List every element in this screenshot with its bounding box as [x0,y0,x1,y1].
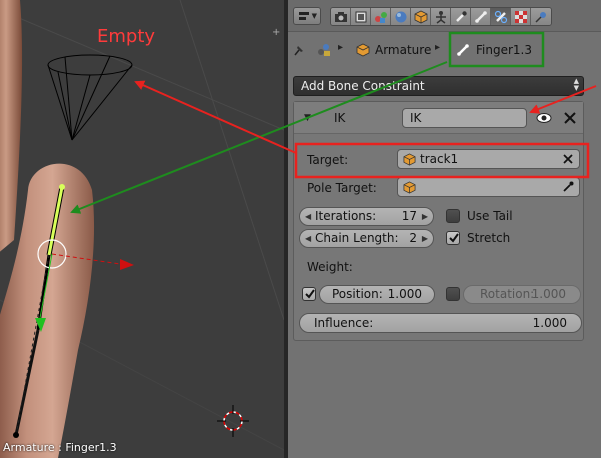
position-weight-field[interactable]: Position: 1.000 [319,285,435,304]
iterations-field[interactable]: ◀ Iterations: 17 ▶ [299,207,434,226]
pin-icon[interactable] [292,41,306,59]
breadcrumb-bone-label: Finger1.3 [476,43,532,57]
texture-tab[interactable] [511,8,531,25]
texture-icon [514,10,527,23]
eyedropper-icon[interactable] [561,180,575,194]
influence-label: Influence: [314,316,374,330]
collapse-triangle-icon[interactable]: ▼ [304,113,311,123]
bone-icon [457,44,469,56]
object-constraints-icon [435,10,446,24]
rotation-value: 1.000 [531,287,566,301]
chain-length-value: 2 [409,231,417,245]
updown-arrows-icon: ▲ ▼ [573,77,579,92]
clear-icon[interactable] [561,152,575,166]
scene-icon [374,11,387,23]
viewport-scene [0,0,284,458]
wrench-icon [455,10,467,22]
rotation-label: Rotation: [480,287,535,301]
modifiers-tab[interactable] [451,8,471,25]
iterations-label: Iterations: [315,209,377,223]
object-icon [403,181,416,194]
world-tab[interactable] [391,8,411,25]
constraint-type-label: IK [334,111,346,125]
physics-tab[interactable] [531,8,551,25]
properties-editor: ▼ ▸ Armature ▸ Finger1.3 Add Bone Constr… [288,0,601,458]
object-constraints-tab[interactable] [431,8,451,25]
target-field[interactable]: track1 [397,149,580,169]
object-tab[interactable] [411,8,431,25]
blender-window: Empty + Armature : Finger1.3 ▼ ▸ Armatur… [0,0,601,458]
empty-annotation-label: Empty [97,26,156,47]
object-icon [414,10,427,23]
empty-object[interactable] [47,54,133,141]
editor-type-button[interactable]: ▼ [293,7,321,25]
properties-empty-area [288,346,601,458]
increment-icon[interactable]: ▶ [422,230,428,247]
decrement-icon[interactable]: ◀ [305,230,311,247]
3d-viewport[interactable]: Empty + Armature : Finger1.3 [0,0,284,458]
breadcrumb-armature[interactable]: Armature [356,41,431,59]
position-value: 1.000 [387,287,422,301]
manipulator-x-arrow [120,259,134,270]
stretch-label: Stretch [467,231,511,245]
bone-constraints-tab[interactable] [491,8,511,25]
influence-slider[interactable]: Influence: 1.000 [299,313,582,333]
decrement-icon[interactable]: ◀ [305,208,311,225]
scene-tab[interactable] [371,8,391,25]
breadcrumb-separator-icon: ▸ [435,42,441,53]
scene-icon [316,41,332,59]
chain-length-field[interactable]: ◀ Chain Length: 2 ▶ [299,229,434,248]
eye-icon[interactable] [536,111,552,125]
properties-header: ▼ [288,0,601,32]
position-label: Position: [332,287,383,301]
viewport-status-text: Armature : Finger1.3 [3,441,117,454]
constraint-header: ▼ IK IK [294,102,583,134]
breadcrumb-separator-icon: ▸ [338,42,344,53]
viewport-expand-icon[interactable]: + [272,28,282,38]
ik-constraint-panel: ▼ IK IK Target: track1 Pole Target: ◀ It [293,101,584,341]
physics-icon [535,11,546,23]
iterations-value: 17 [401,209,417,223]
use-tail-label: Use Tail [467,209,513,223]
object-icon [403,153,416,166]
breadcrumb: ▸ Armature ▸ Finger1.3 [288,36,601,64]
bone-icon [474,10,487,23]
pole-target-label: Pole Target: [307,181,377,195]
grid-line [179,0,284,321]
object-icon [356,43,370,57]
render-tab[interactable] [331,8,351,25]
checkmark-icon [305,289,315,299]
bone-constraint-icon [494,10,507,23]
weight-label: Weight: [307,260,353,274]
bone-tab[interactable] [471,8,491,25]
increment-icon[interactable]: ▶ [422,208,428,225]
render-layers-icon [355,11,366,22]
stretch-checkbox[interactable] [446,231,460,245]
influence-value: 1.000 [532,316,567,330]
constraint-name-field[interactable]: IK [402,108,527,128]
add-bone-constraint-dropdown[interactable]: Add Bone Constraint ▲ ▼ [293,76,584,96]
close-icon[interactable] [562,110,578,126]
render-layers-tab[interactable] [351,8,371,25]
rotation-weight-field[interactable]: Rotation: 1.000 [463,285,581,304]
use-tail-checkbox[interactable] [446,209,460,223]
world-icon [395,11,406,22]
chevron-down-icon: ▼ [311,12,317,20]
checkmark-icon [449,233,459,243]
rotation-checkbox[interactable] [446,287,460,301]
pole-target-field[interactable] [397,177,580,197]
position-checkbox[interactable] [302,287,316,301]
chain-length-label: Chain Length: [315,231,399,245]
breadcrumb-bone[interactable]: Finger1.3 [456,41,532,59]
target-value: track1 [420,152,459,166]
properties-tabs [330,7,552,26]
breadcrumb-armature-label: Armature [375,43,432,57]
finger-mesh-left [0,0,23,252]
target-label: Target: [307,153,349,167]
camera-icon [334,11,347,22]
add-bone-constraint-label: Add Bone Constraint [301,79,425,93]
3d-cursor[interactable] [217,405,249,437]
